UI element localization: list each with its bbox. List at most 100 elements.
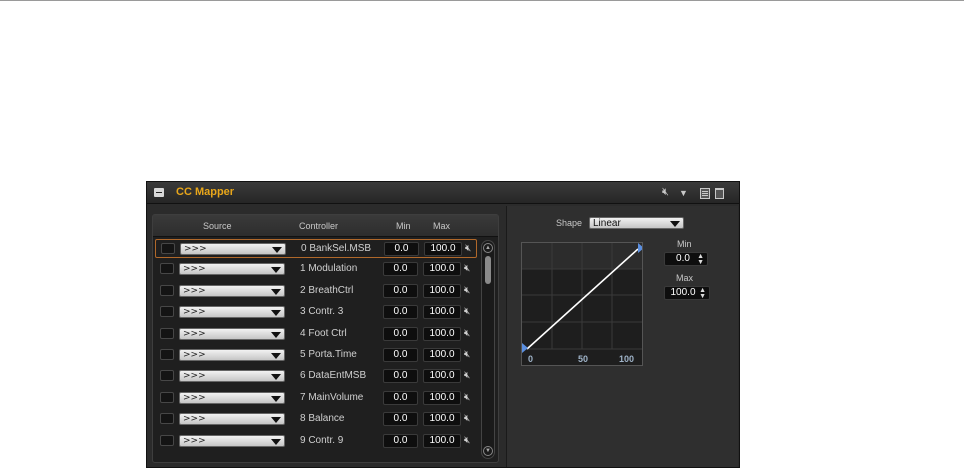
- speaker-mute-icon[interactable]: 🔇︎: [465, 243, 471, 254]
- row-enable-toggle[interactable]: [160, 306, 174, 318]
- scroll-down-button[interactable]: ▼: [483, 446, 493, 456]
- min-field[interactable]: 0.0: [383, 262, 418, 277]
- controller-name: 6 DataEntMSB: [300, 370, 367, 382]
- source-dropdown[interactable]: >>>: [179, 370, 285, 383]
- shape-label: Shape: [556, 218, 583, 228]
- row-enable-toggle[interactable]: [160, 370, 174, 382]
- row-enable-toggle[interactable]: [160, 284, 174, 296]
- speaker-mute-icon[interactable]: 🔇︎: [464, 263, 470, 274]
- source-dropdown[interactable]: >>>: [180, 243, 286, 255]
- shape-value: Linear: [593, 218, 621, 229]
- scroll-up-button[interactable]: ▲: [483, 243, 493, 253]
- max-field[interactable]: 100.0: [423, 369, 461, 384]
- min-field[interactable]: 0.0: [383, 305, 418, 320]
- max-field[interactable]: 100.0: [423, 390, 461, 405]
- source-dropdown[interactable]: >>>: [179, 327, 285, 340]
- curve-graph[interactable]: 0 50 100: [521, 242, 643, 366]
- row-enable-toggle[interactable]: [160, 327, 174, 339]
- speaker-mute-icon[interactable]: 🔇︎: [464, 328, 470, 339]
- source-dropdown[interactable]: >>>: [179, 306, 285, 319]
- table-row[interactable]: >>> 9 Contr. 9 0.0 100.0 🔇︎: [155, 432, 477, 451]
- tick-label: 50: [578, 354, 589, 364]
- table-header: Source Controller Min Max: [153, 215, 498, 237]
- min-field[interactable]: 0.0: [383, 348, 418, 362]
- table-row[interactable]: >>> 6 DataEntMSB 0.0 100.0 🔇︎: [155, 367, 477, 386]
- dropdown-arrow-icon[interactable]: ▼: [679, 187, 688, 200]
- curve-min-label: Min: [677, 239, 692, 249]
- panel-title: CC Mapper: [176, 186, 235, 198]
- max-field[interactable]: 100.0: [423, 412, 461, 427]
- trash-icon[interactable]: [715, 188, 724, 199]
- min-field[interactable]: 0.0: [383, 283, 418, 298]
- speaker-mute-icon[interactable]: 🔇︎: [464, 349, 470, 360]
- speaker-mute-icon[interactable]: 🔇︎: [464, 413, 470, 424]
- min-field[interactable]: 0.0: [383, 433, 418, 448]
- table-row[interactable]: >>> 8 Balance 0.0 100.0 🔇︎: [155, 410, 477, 429]
- table-row[interactable]: >>> 5 Porta.Time 0.0 100.0 🔇︎: [155, 346, 477, 365]
- chevron-down-icon: [271, 331, 281, 338]
- source-value: >>>: [183, 435, 206, 446]
- curve-max-field[interactable]: 100.0 ▲ ▼: [664, 286, 710, 300]
- table-row[interactable]: >>> 3 Contr. 3 0.0 100.0 🔇︎: [155, 303, 477, 322]
- max-field[interactable]: 100.0: [423, 305, 461, 320]
- stepper-icon[interactable]: ▲ ▼: [699, 287, 706, 300]
- min-field[interactable]: 0.0: [383, 369, 418, 384]
- controller-name: 9 Contr. 9: [300, 434, 344, 446]
- shape-dropdown[interactable]: Linear: [589, 217, 684, 229]
- row-enable-toggle[interactable]: [161, 243, 175, 254]
- stepper-icon[interactable]: ▲ ▼: [697, 253, 704, 266]
- curve-min-field[interactable]: 0.0 ▲ ▼: [664, 252, 708, 266]
- max-field[interactable]: 100.0: [424, 242, 462, 256]
- header-controller: Controller: [299, 221, 339, 231]
- min-field[interactable]: 0.0: [383, 326, 418, 341]
- min-field[interactable]: 0.0: [384, 242, 419, 256]
- table-scrollbar[interactable]: ▲ ▼: [481, 240, 495, 459]
- max-field[interactable]: 100.0: [423, 433, 461, 448]
- curve-max-value: 100.0: [670, 287, 696, 298]
- speaker-mute-icon[interactable]: 🔇︎: [662, 186, 669, 199]
- top-divider: [0, 0, 964, 1]
- source-dropdown[interactable]: >>>: [179, 349, 285, 361]
- scroll-thumb[interactable]: [485, 256, 491, 284]
- source-dropdown[interactable]: >>>: [179, 413, 285, 426]
- table-row[interactable]: >>> 4 Foot Ctrl 0.0 100.0 🔇︎: [155, 325, 477, 344]
- curve-pane: Shape Linear 0 50 100 Min 0.0 ▲ ▼ Max 10…: [506, 206, 738, 467]
- table-row[interactable]: >>> 1 Modulation 0.0 100.0 🔇︎: [155, 260, 477, 279]
- min-field[interactable]: 0.0: [383, 412, 418, 427]
- collapse-button[interactable]: [154, 188, 164, 197]
- speaker-mute-icon[interactable]: 🔇︎: [464, 370, 470, 381]
- chevron-down-icon: [271, 267, 281, 274]
- row-enable-toggle[interactable]: [160, 434, 174, 446]
- speaker-mute-icon[interactable]: 🔇︎: [464, 306, 470, 317]
- chevron-down-icon: [271, 310, 281, 317]
- min-field[interactable]: 0.0: [383, 390, 418, 405]
- controller-name: 3 Contr. 3: [300, 306, 344, 318]
- header-max: Max: [433, 221, 451, 231]
- curve-max-label: Max: [676, 273, 694, 283]
- max-field[interactable]: 100.0: [423, 283, 461, 298]
- source-dropdown[interactable]: >>>: [179, 284, 285, 297]
- max-field[interactable]: 100.0: [423, 326, 461, 341]
- cc-mapper-panel: CC Mapper 🔇︎ ▼ Source Controller Min Max…: [146, 181, 740, 468]
- speaker-mute-icon[interactable]: 🔇︎: [464, 285, 470, 296]
- row-enable-toggle[interactable]: [160, 349, 174, 360]
- row-enable-toggle[interactable]: [160, 413, 174, 425]
- source-dropdown[interactable]: >>>: [179, 263, 285, 276]
- table-row[interactable]: >>> 2 BreathCtrl 0.0 100.0 🔇︎: [155, 282, 477, 301]
- source-value: >>>: [183, 414, 206, 425]
- curve-min-handle[interactable]: [522, 343, 528, 353]
- header-source: Source: [203, 221, 232, 231]
- source-dropdown[interactable]: >>>: [179, 434, 285, 447]
- speaker-mute-icon[interactable]: 🔇︎: [464, 435, 470, 446]
- max-field[interactable]: 100.0: [423, 348, 461, 362]
- row-enable-toggle[interactable]: [160, 263, 174, 275]
- chevron-down-icon: [271, 353, 281, 359]
- table-row[interactable]: >>> 7 MainVolume 0.0 100.0 🔇︎: [155, 389, 477, 408]
- row-enable-toggle[interactable]: [160, 391, 174, 403]
- max-field[interactable]: 100.0: [423, 262, 461, 277]
- source-dropdown[interactable]: >>>: [179, 391, 285, 404]
- table-row[interactable]: >>> 0 BankSel.MSB 0.0 100.0 🔇︎: [155, 239, 477, 258]
- header-min: Min: [396, 221, 411, 231]
- speaker-mute-icon[interactable]: 🔇︎: [464, 392, 470, 403]
- save-icon[interactable]: [700, 188, 710, 199]
